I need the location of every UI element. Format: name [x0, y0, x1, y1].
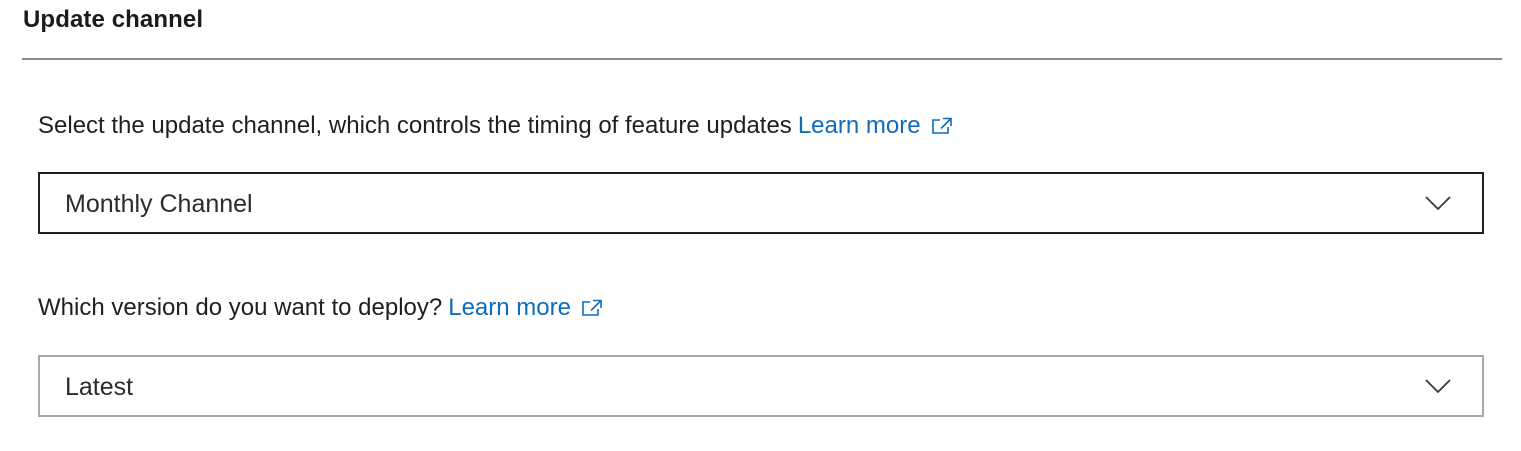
external-link-icon [582, 299, 602, 316]
version-label: Which version do you want to deploy? Lear… [38, 294, 603, 322]
external-link-icon [931, 117, 952, 134]
version-learn-more-link[interactable]: Learn more [448, 294, 603, 321]
chevron-down-icon [1425, 379, 1451, 394]
update-channel-label: Select the update channel, which control… [38, 112, 953, 140]
update-channel-selected-value: Monthly Channel [65, 190, 253, 218]
update-channel-learn-more-link[interactable]: Learn more [798, 112, 953, 139]
section-title: Update channel [23, 6, 204, 33]
version-dropdown[interactable]: Latest [38, 355, 1484, 417]
section-divider [22, 58, 1502, 60]
chevron-down-icon [1425, 196, 1451, 211]
update-channel-dropdown[interactable]: Monthly Channel [38, 172, 1484, 234]
version-learn-more-text: Learn more [448, 294, 571, 321]
version-selected-value: Latest [65, 373, 134, 401]
version-label-text: Which version do you want to deploy? [38, 294, 443, 321]
update-channel-learn-more-text: Learn more [797, 112, 921, 139]
update-channel-label-text: Select the update channel, which control… [38, 112, 792, 139]
